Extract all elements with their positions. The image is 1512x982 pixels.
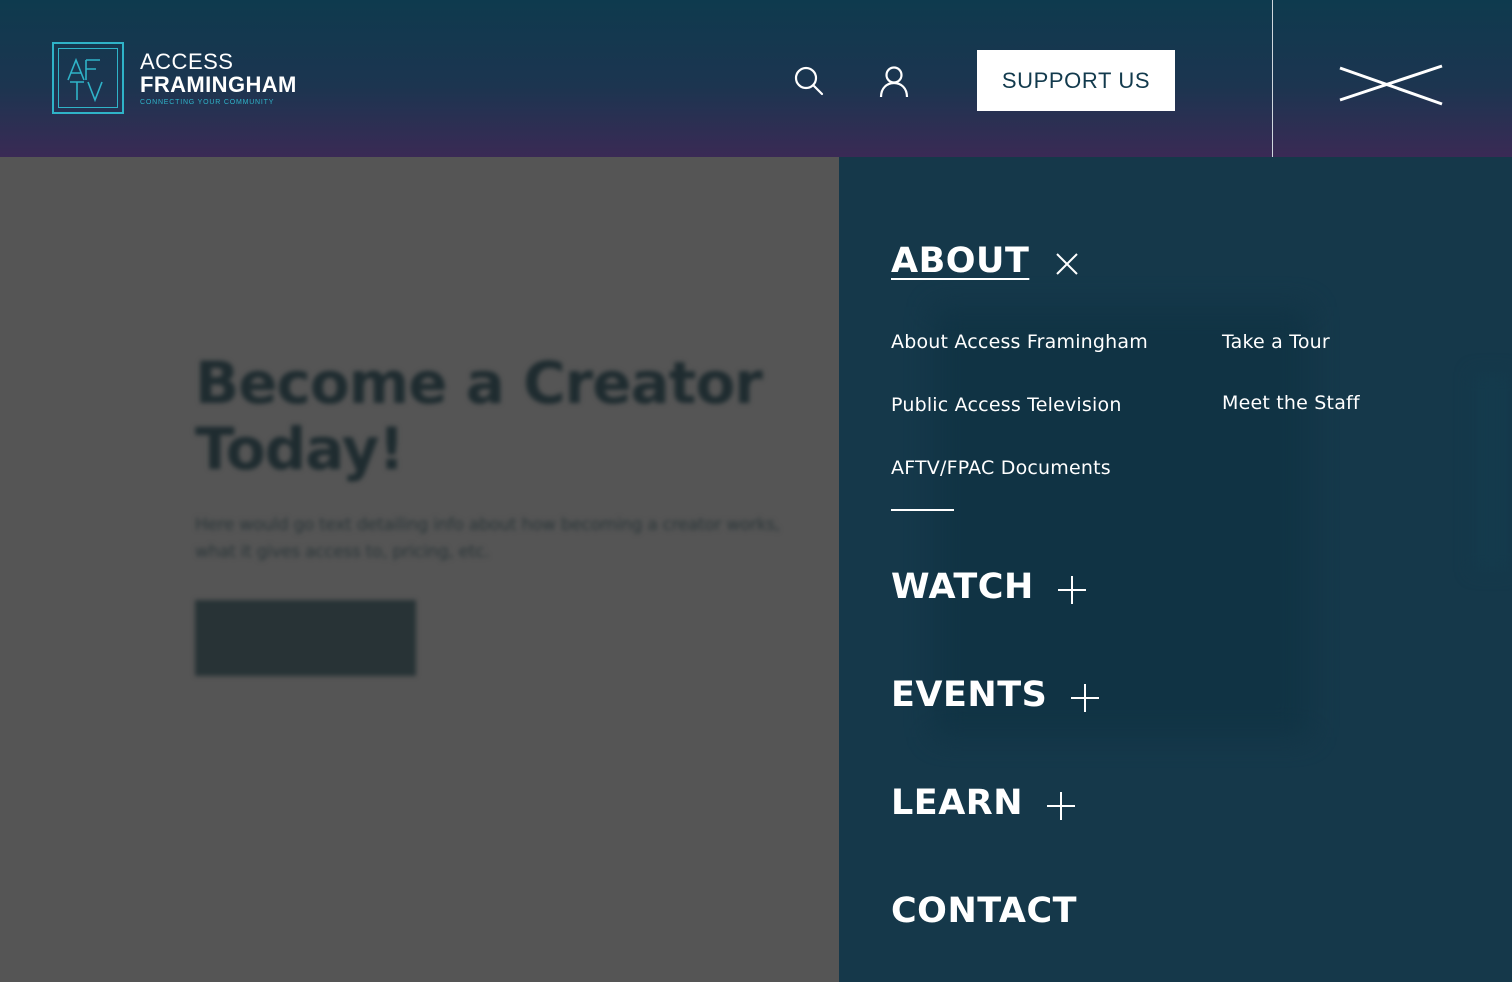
hero-description: Here would go text detailing info about … [195,512,845,566]
hero-text-line-2: what it gives access to, pricing, etc. [195,542,490,562]
menu-contact-label: CONTACT [891,891,1078,931]
submenu-about-access-framingham[interactable]: About Access Framingham [891,331,1148,353]
menu-item-about[interactable]: ABOUT [891,241,1081,281]
submenu-take-a-tour[interactable]: Take a Tour [1222,331,1330,353]
search-icon[interactable] [792,64,826,98]
menu-item-watch[interactable]: WATCH [891,567,1086,607]
menu-watch-label: WATCH [891,567,1034,607]
panel-shadow-right [1472,372,1512,572]
submenu-aftv-fpac-documents[interactable]: AFTV/FPAC Documents [891,457,1111,479]
support-us-button[interactable]: SUPPORT US [977,50,1175,111]
logo-tagline: CONNECTING YOUR COMMUNITY [140,98,275,106]
submenu-divider [891,509,954,511]
hero-cta-button [195,600,416,676]
plus-icon[interactable] [1057,573,1086,604]
menu-learn-label: LEARN [891,783,1024,823]
hero-title-line-1: Become a Creator [195,349,763,417]
logo-line-2: FRAMINGHAM [140,71,297,97]
close-icon[interactable] [1053,247,1081,275]
hero-section-blurred: Become a Creator Today! Here would go te… [195,350,845,676]
aftv-logo-mark [52,42,124,114]
panel-shadow [934,307,1309,737]
menu-about-label: ABOUT [891,241,1030,281]
menu-item-learn[interactable]: LEARN [891,783,1076,823]
submenu-meet-the-staff[interactable]: Meet the Staff [1222,392,1360,414]
plus-icon[interactable] [1047,789,1076,820]
submenu-public-access-television[interactable]: Public Access Television [891,394,1122,416]
site-header: ACCESS FRAMINGHAM CONNECTING YOUR COMMUN… [0,0,1512,157]
logo-line-1: ACCESS [140,48,234,74]
nav-menu-panel: ABOUT About Access Framingham Public Acc… [839,157,1512,982]
hero-title: Become a Creator Today! [195,350,845,482]
menu-item-events[interactable]: EVENTS [891,675,1100,715]
header-divider [1272,0,1273,157]
menu-item-contact[interactable]: CONTACT [891,891,1077,931]
hero-text-line-1: Here would go text detailing info about … [195,515,781,535]
user-icon[interactable] [877,64,911,98]
menu-events-label: EVENTS [891,675,1048,715]
site-logo[interactable]: ACCESS FRAMINGHAM CONNECTING YOUR COMMUN… [52,42,297,114]
hero-title-line-2: Today! [195,415,405,483]
close-menu-icon[interactable] [1336,60,1446,110]
plus-icon[interactable] [1071,681,1100,712]
